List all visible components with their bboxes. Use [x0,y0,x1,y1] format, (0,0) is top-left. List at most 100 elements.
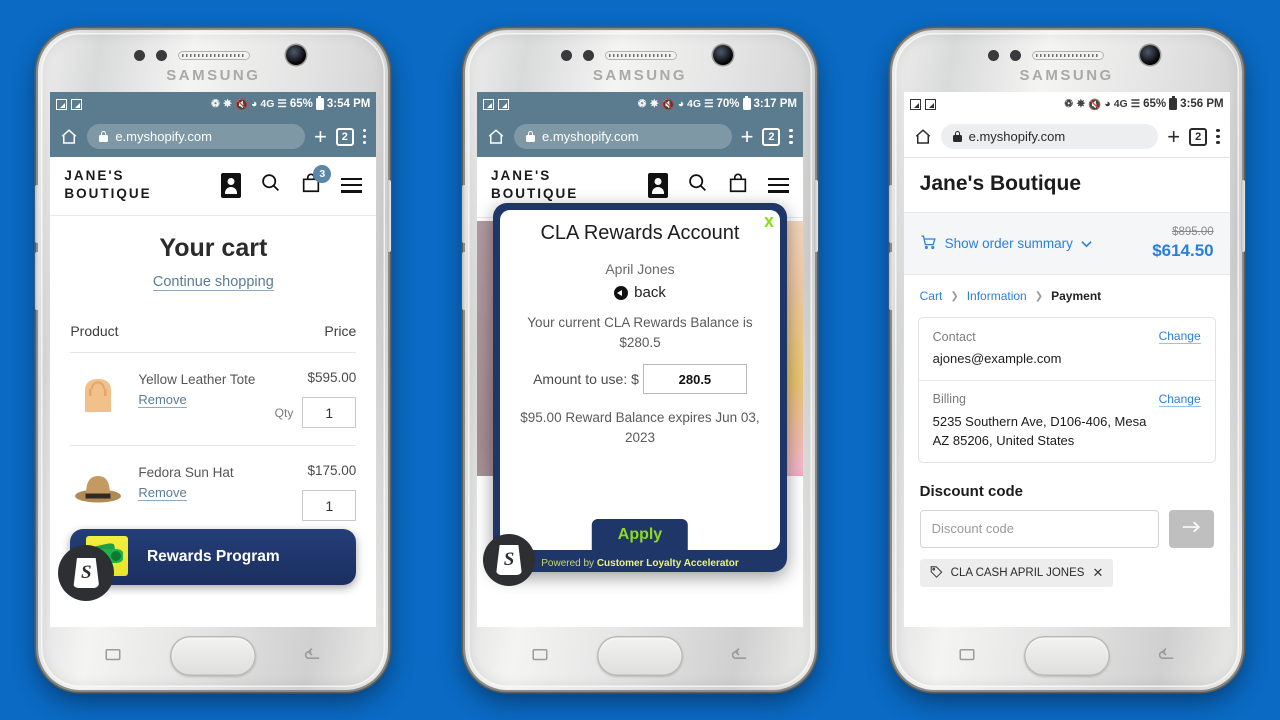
new-tab-button[interactable]: + [741,125,754,148]
apply-button[interactable]: Apply [591,519,689,550]
order-summary-toggle[interactable]: Show order summary $895.00 $614.50 [903,212,1230,275]
power-button[interactable] [387,180,392,252]
phone-top-bezel: SAMSUNG [38,30,388,94]
cart-table-header: Product Price [70,323,356,339]
search-icon[interactable] [260,172,281,198]
notification-icon [71,98,83,110]
tab-switcher-button[interactable]: 2 [762,127,781,146]
billing-change-link[interactable]: Change [1158,392,1201,407]
rewards-program-banner[interactable]: Rewards Program S [58,529,357,601]
phone-top-bezel: SAMSUNG [465,30,815,94]
back-button[interactable]: back [514,284,766,301]
menu-icon[interactable] [767,177,789,193]
store-logo[interactable]: JANE'S BOUTIQUE [64,167,151,203]
battery-percent: 65% [289,98,313,110]
front-camera-icon [286,45,307,65]
breadcrumb-information[interactable]: Information [967,289,1027,303]
home-button[interactable] [170,636,257,676]
cart-icon[interactable]: 3 [300,164,332,199]
back-icon[interactable] [302,647,322,663]
front-camera-icon [1139,45,1160,65]
contact-change-link[interactable]: Change [1158,329,1201,344]
power-button[interactable] [1240,180,1245,252]
url-text: e.myshopify.com [115,129,212,144]
volume-up-button[interactable] [888,185,893,243]
volume-up-button[interactable] [35,185,40,243]
back-icon[interactable] [1156,647,1176,663]
close-icon[interactable]: x [764,212,774,230]
reward-expiry-text: $95.00 Reward Balance expires Jun 03, 20… [520,410,760,445]
status-indicators: ♽ ✵ 🔇 ◕ 4G ☰ 70% 3:17 PM [637,95,797,111]
discount-code-input[interactable]: Discount code [919,509,1159,548]
wifi-icon: ◕ [1104,98,1111,110]
order-total: $895.00 $614.50 [1152,226,1213,261]
new-tab-button[interactable]: + [1167,125,1180,148]
back-icon[interactable] [729,647,749,663]
current-price: $614.50 [1152,241,1214,260]
home-button[interactable] [1023,636,1110,676]
product-name: Yellow Leather Tote [138,372,256,388]
browser-menu-icon[interactable] [789,128,793,145]
product-price-qty: $175.00 1 [302,463,357,522]
product-price-qty: $595.00 Qty 1 [274,370,357,429]
recents-icon[interactable] [958,647,976,663]
rewards-program-label: Rewards Program [146,548,280,565]
remove-link[interactable]: Remove [138,392,187,408]
data-saver-icon: ♽ [637,98,647,110]
wifi-icon: ◕ [251,98,258,110]
account-icon[interactable] [221,172,242,198]
phone-cart: SAMSUNG ♽ ✵ 🔇 ◕ 4G ☰ 65% 3:54 PM e.mysho… [35,30,392,690]
tab-switcher-button[interactable]: 2 [335,127,354,146]
order-summary-left: Show order summary [920,234,1092,254]
light-sensor-icon [1009,50,1021,61]
browser-menu-icon[interactable] [362,128,367,145]
powered-by-prefix: Powered by [541,558,597,569]
menu-icon[interactable] [341,177,363,193]
powered-by-footer: Powered by Customer Loyalty Accelerator [493,558,787,569]
rewards-balance-text: Your current CLA Rewards Balance is $280… [527,315,753,350]
recents-icon[interactable] [531,647,549,663]
quantity-stepper[interactable]: 1 [302,490,357,522]
account-icon[interactable] [647,172,668,198]
new-tab-button[interactable]: + [314,125,327,148]
quantity-stepper[interactable]: 1 [302,397,357,429]
cart-count-badge: 3 [313,164,332,183]
proximity-sensor-icon [987,50,999,61]
cart-icon[interactable] [727,172,749,199]
search-icon[interactable] [687,172,708,198]
cart-icon [920,234,937,254]
power-button[interactable] [813,180,818,252]
page-viewport: JANE'S BOUTIQUE x CLA Rewards Account Ap… [476,157,803,594]
address-bar[interactable]: e.myshopify.com [87,124,305,149]
home-button[interactable] [596,636,683,676]
data-saver-icon: ♽ [1064,98,1074,110]
recents-icon[interactable] [104,647,122,663]
amount-to-use-input[interactable]: 280.5 [642,364,747,395]
contact-label: Contact [932,329,976,344]
address-bar[interactable]: e.myshopify.com [513,124,732,149]
earpiece-speaker [1031,51,1104,60]
store-logo[interactable]: JANE'S BOUTIQUE [491,167,578,203]
qty-label: Qty [274,405,294,420]
home-icon[interactable] [914,128,932,146]
browser-menu-icon[interactable] [1216,128,1220,145]
url-text: e.myshopify.com [968,129,1066,144]
volume-down-button[interactable] [35,252,40,310]
volume-down-button[interactable] [461,252,466,310]
apply-discount-button[interactable] [1168,509,1214,548]
breadcrumb-cart[interactable]: Cart [920,289,943,303]
applied-discount-tag: CLA CASH APRIL JONES ✕ [919,558,1114,587]
remove-discount-icon[interactable]: ✕ [1092,565,1103,581]
phone-bottom-bezel [38,627,388,690]
remove-link[interactable]: Remove [138,485,187,501]
address-bar[interactable]: e.myshopify.com [940,124,1159,149]
home-icon[interactable] [487,128,505,146]
shopify-logo-icon: S [482,534,535,586]
tab-switcher-button[interactable]: 2 [1189,127,1208,146]
volume-up-button[interactable] [461,185,466,243]
volume-down-button[interactable] [888,252,893,310]
phone-checkout: SAMSUNG ♽ ✵ 🔇 ◕ 4G ☰ 65% 3:56 PM e.mysho… [888,30,1245,690]
home-icon[interactable] [60,128,78,146]
discount-code-row: Discount code [904,509,1230,548]
continue-shopping-link[interactable]: Continue shopping [70,273,356,292]
